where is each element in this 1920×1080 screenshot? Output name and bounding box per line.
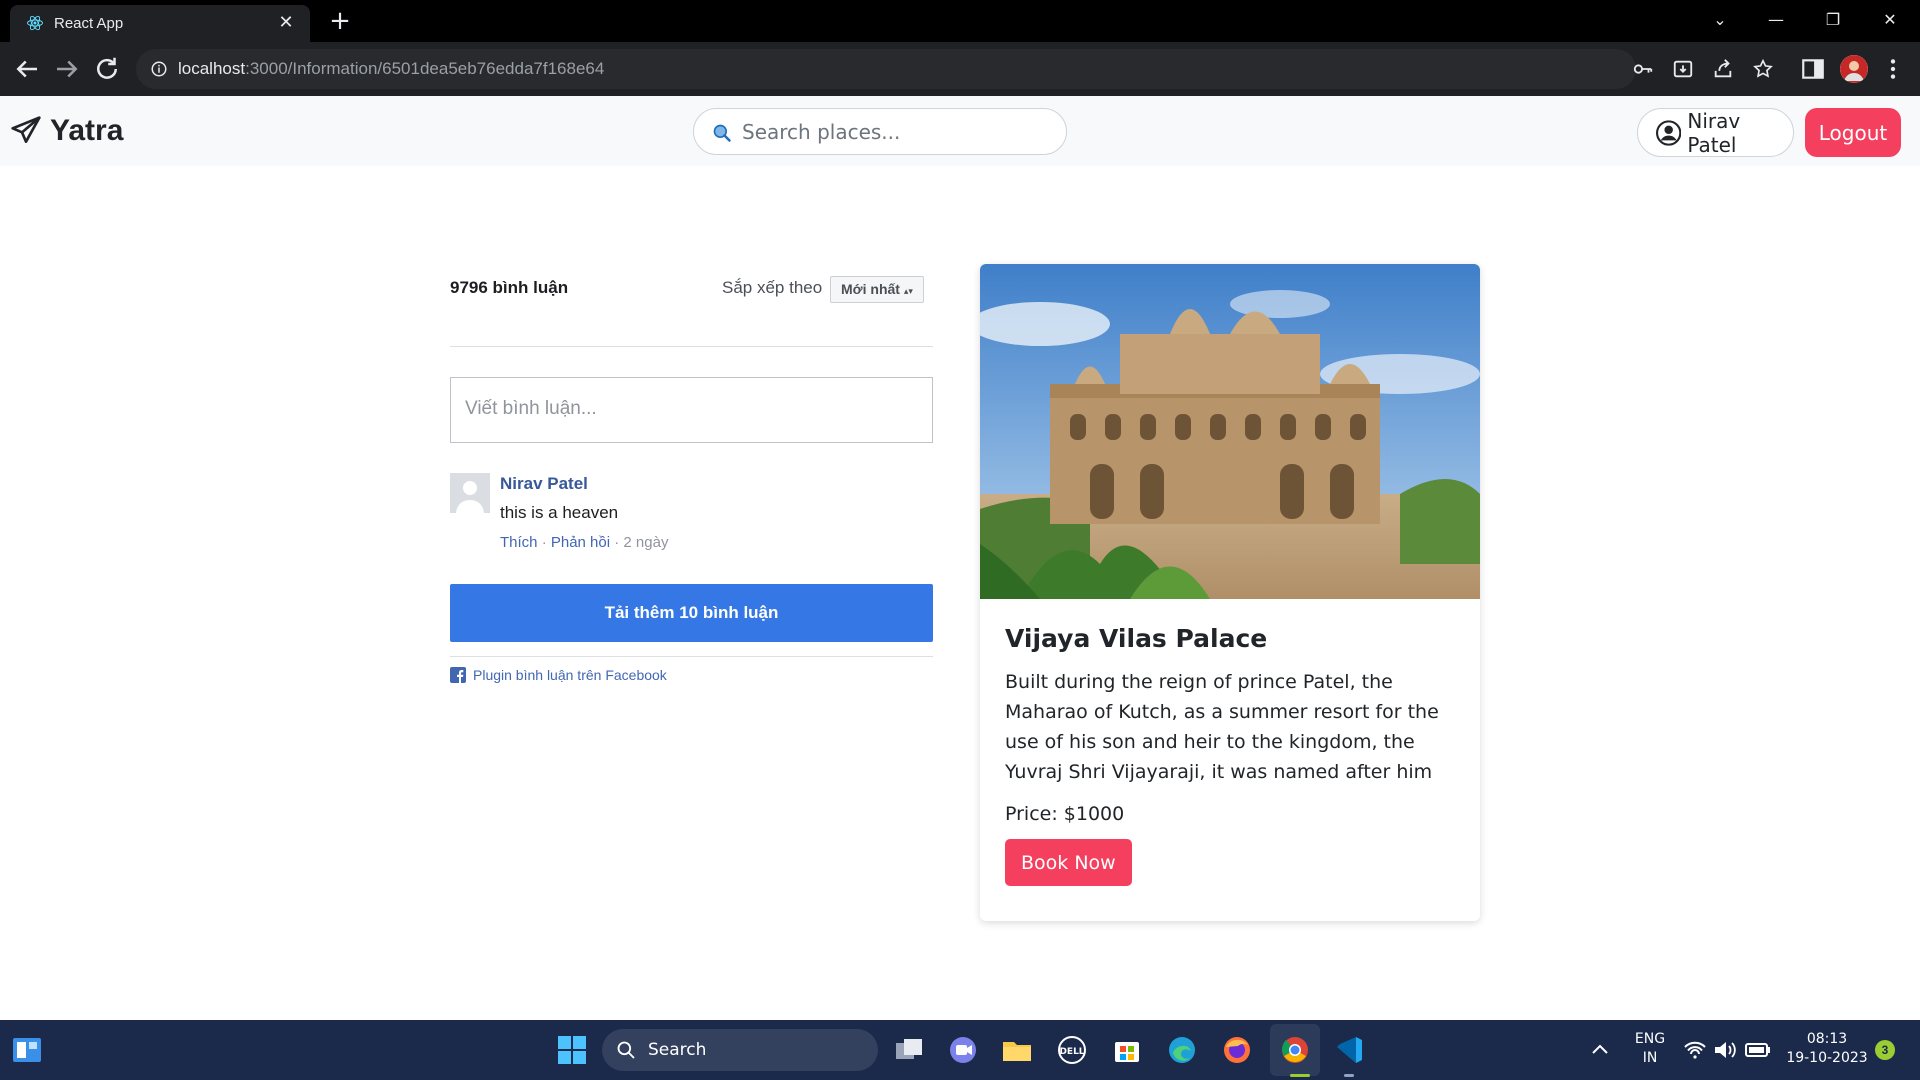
- header-divider: [450, 346, 933, 347]
- user-profile-button[interactable]: Nirav Patel: [1637, 108, 1794, 157]
- default-avatar-icon: [450, 473, 490, 513]
- search-input[interactable]: [742, 109, 1052, 154]
- store-icon[interactable]: [1110, 1033, 1144, 1067]
- dell-icon[interactable]: DELL: [1055, 1033, 1089, 1067]
- sort-value: Mới nhất: [841, 281, 900, 297]
- start-icon[interactable]: [555, 1033, 589, 1067]
- comment-text: this is a heaven: [500, 503, 619, 522]
- side-panel-icon[interactable]: [1800, 56, 1826, 82]
- browser-tab-bar: React App ✕ + ⌄ — ❐ ✕: [0, 0, 1920, 42]
- svg-text:DELL: DELL: [1059, 1047, 1084, 1057]
- comment-input[interactable]: [450, 377, 933, 443]
- forward-icon[interactable]: [52, 54, 82, 84]
- profile-avatar[interactable]: [1840, 55, 1868, 83]
- sort-arrows-icon: ▴▾: [903, 286, 913, 296]
- task-view-icon[interactable]: [892, 1033, 926, 1067]
- vscode-running-indicator: [1344, 1074, 1354, 1077]
- file-explorer-icon[interactable]: [1000, 1033, 1034, 1067]
- language-indicator[interactable]: ENG IN: [1626, 1030, 1674, 1068]
- notification-badge[interactable]: 3: [1875, 1040, 1895, 1060]
- taskbar-search[interactable]: Search: [602, 1029, 878, 1071]
- browser-toolbar: localhost:3000/Information/6501dea5eb76e…: [0, 42, 1920, 96]
- windows-taskbar: Search DELL ENG IN 08:13 19-10-2023: [0, 1020, 1920, 1080]
- facebook-plugin-link[interactable]: Plugin bình luận trên Facebook: [450, 667, 667, 683]
- minimize-icon[interactable]: —: [1756, 6, 1796, 34]
- url-text: localhost:3000/Information/6501dea5eb76e…: [178, 59, 604, 79]
- menu-dots-icon[interactable]: [1880, 56, 1906, 82]
- app-navbar: Yatra Nirav Patel Logout: [0, 96, 1920, 166]
- sort-label: Sắp xếp theo: [722, 278, 823, 297]
- search-box[interactable]: [693, 108, 1067, 155]
- footer-divider: [450, 656, 933, 657]
- search-icon: [617, 1041, 635, 1059]
- brand-name: Yatra: [50, 114, 124, 147]
- brand-logo[interactable]: Yatra: [10, 114, 123, 148]
- tab-search-icon[interactable]: ⌄: [1700, 6, 1740, 34]
- facebook-icon: [450, 667, 466, 683]
- place-description: Built during the reign of prince Patel, …: [1005, 671, 1439, 783]
- comment-actions: Thích · Phản hồi · 2 ngày: [500, 534, 668, 551]
- key-icon[interactable]: [1632, 58, 1654, 80]
- edge-icon[interactable]: [1165, 1033, 1199, 1067]
- browser-tab[interactable]: React App ✕: [10, 5, 310, 42]
- address-bar[interactable]: localhost:3000/Information/6501dea5eb76e…: [136, 49, 1773, 89]
- place-card: Vijaya Vilas Palace Built during the rei…: [980, 264, 1480, 921]
- reply-link[interactable]: Phản hồi: [551, 534, 610, 551]
- sort-select[interactable]: Mới nhất ▴▾: [830, 276, 924, 303]
- place-title: Vijaya Vilas Palace: [1005, 624, 1268, 653]
- new-tab-icon[interactable]: +: [324, 6, 356, 38]
- battery-icon[interactable]: [1744, 1033, 1772, 1067]
- reload-icon[interactable]: [92, 54, 122, 84]
- url-host: localhost: [178, 59, 246, 78]
- plugin-label: Plugin bình luận trên Facebook: [473, 667, 667, 683]
- place-price: Price: $1000: [1005, 803, 1125, 825]
- chevron-up-icon[interactable]: [1586, 1033, 1614, 1067]
- install-icon[interactable]: [1672, 58, 1694, 80]
- site-info-icon[interactable]: [150, 60, 168, 78]
- chrome-running-indicator: [1290, 1074, 1310, 1077]
- clock-time: 08:13: [1806, 1031, 1848, 1047]
- widgets-icon[interactable]: [10, 1033, 44, 1067]
- bookmark-star-icon[interactable]: [1752, 58, 1774, 80]
- language-region: IN: [1642, 1050, 1658, 1066]
- comment-time[interactable]: 2 ngày: [623, 534, 668, 551]
- search-icon: [713, 124, 731, 142]
- vscode-icon[interactable]: [1332, 1033, 1366, 1067]
- react-icon: [27, 15, 43, 31]
- palace-photo: [980, 264, 1480, 599]
- book-now-button[interactable]: Book Now: [1005, 839, 1132, 886]
- chrome-icon[interactable]: [1278, 1033, 1312, 1067]
- avatar[interactable]: [450, 473, 490, 513]
- like-link[interactable]: Thích: [500, 534, 538, 551]
- share-icon[interactable]: [1712, 58, 1734, 80]
- separator-dot: ·: [541, 534, 551, 551]
- load-more-comments-button[interactable]: Tải thêm 10 bình luận: [450, 584, 933, 642]
- url-path: :3000/Information/6501dea5eb76edda7f168e…: [245, 59, 605, 78]
- profile-icon: [1840, 55, 1868, 83]
- user-circle-icon: [1656, 119, 1682, 146]
- card-body: Vijaya Vilas Palace Built during the rei…: [1005, 624, 1455, 886]
- clock[interactable]: 08:13 19-10-2023: [1782, 1030, 1872, 1068]
- comment-count: 9796 bình luận: [450, 278, 569, 297]
- logout-button[interactable]: Logout: [1805, 108, 1901, 157]
- paper-plane-icon: [11, 116, 41, 143]
- clock-date: 19-10-2023: [1786, 1050, 1868, 1066]
- tab-close-icon[interactable]: ✕: [274, 10, 298, 34]
- taskbar-search-label: Search: [648, 1040, 707, 1060]
- tab-title: React App: [54, 15, 124, 32]
- comment-author[interactable]: Nirav Patel: [500, 474, 588, 494]
- volume-icon[interactable]: [1712, 1033, 1738, 1067]
- teams-chat-icon[interactable]: [946, 1033, 980, 1067]
- wifi-icon[interactable]: [1682, 1033, 1708, 1067]
- restore-icon[interactable]: ❐: [1813, 6, 1853, 34]
- back-icon[interactable]: [12, 54, 42, 84]
- firefox-icon[interactable]: [1220, 1033, 1254, 1067]
- user-name: Nirav Patel: [1687, 108, 1741, 157]
- language-code: ENG: [1634, 1031, 1666, 1047]
- window-close-icon[interactable]: ✕: [1870, 6, 1910, 34]
